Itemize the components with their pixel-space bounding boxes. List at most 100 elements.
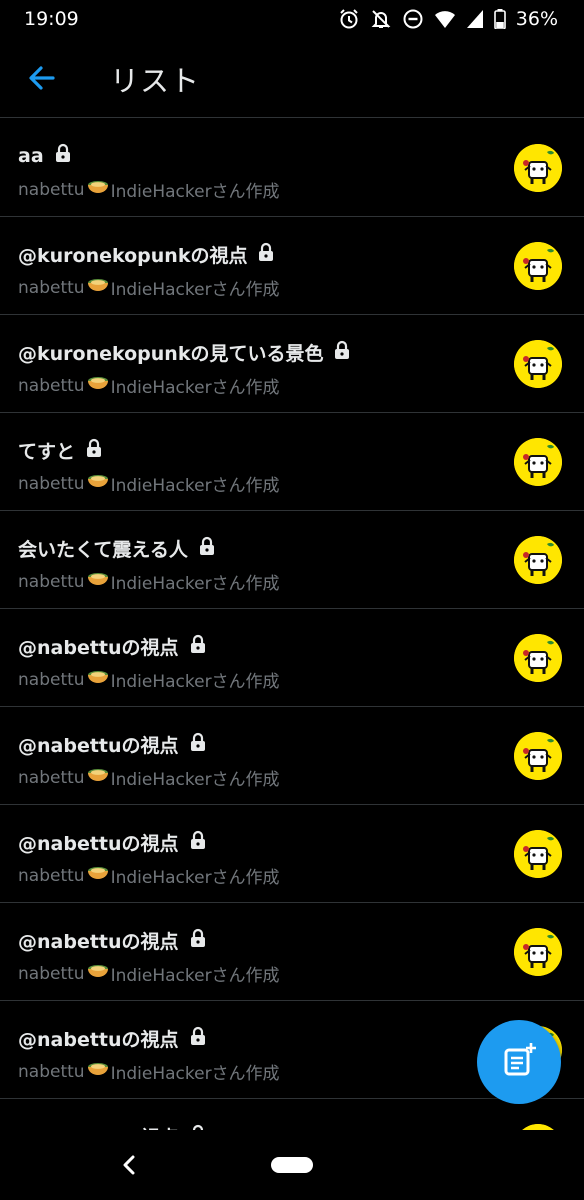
signal-icon [466,9,484,29]
nav-back-icon[interactable] [118,1154,140,1176]
list-name: @nabettuの視点 [18,735,179,757]
creator-suffix: IndieHackerさん作成 [110,672,280,692]
creator-name: nabettu [18,669,85,690]
wifi-icon [434,9,456,29]
list-creator: nabettu IndieHackerさん作成 [18,373,280,399]
creator-suffix: IndieHackerさん作成 [110,770,280,790]
list-creator: nabettu IndieHackerさん作成 [18,667,280,693]
creator-suffix: IndieHackerさん作成 [110,868,280,888]
lock-icon [54,143,72,168]
ramen-bowl-icon [87,179,109,200]
avatar [514,634,562,682]
list-name: @kuronekopunkの視点 [18,245,248,267]
list-title: @nabettuの視点 [18,731,207,758]
list-name: @nabettuの視点 [18,1029,179,1051]
avatar [514,340,562,388]
ramen-bowl-icon [87,1061,109,1082]
list-item[interactable]: @kuronekopunkの視点 nabettu IndieHackerさん作成 [0,217,584,315]
list-item[interactable]: @nabettuの視点 nabettu IndieHackerさん作成 [0,609,584,707]
creator-name: nabettu [18,179,85,200]
list-item[interactable]: aa nabettu IndieHackerさん作成 [0,119,584,217]
arrow-left-icon[interactable] [24,60,60,96]
creator-suffix: IndieHackerさん作成 [110,966,280,986]
list-name: @nabettuの視点 [18,833,179,855]
lock-icon [189,1026,207,1051]
creator-name: nabettu [18,473,85,494]
list-creator: nabettu IndieHackerさん作成 [18,177,280,203]
list-item[interactable]: @nabettuの視点 nabettu IndieHackerさん作成 [0,903,584,1001]
lock-icon [333,340,351,365]
page-title: リスト [110,64,201,98]
alarm-icon [338,8,360,30]
list-creator: nabettu IndieHackerさん作成 [18,569,280,595]
avatar [514,438,562,486]
lists-container: aa nabettu IndieHackerさん作成 @kuronekopunkの視点… [0,119,584,1130]
lock-icon [85,438,103,463]
ramen-bowl-icon [87,277,109,298]
list-title: @nabettuの視点 [18,829,207,856]
ramen-bowl-icon [87,669,109,690]
status-icons: 36% [338,8,558,30]
new-list-icon [499,1040,539,1084]
creator-suffix: IndieHackerさん作成 [110,182,280,202]
list-item[interactable]: @kuronekopunkの見ている景色 nabettu IndieHackerさん… [0,315,584,413]
list-creator: nabettu IndieHackerさん作成 [18,471,280,497]
creator-name: nabettu [18,277,85,298]
list-title: @nabettuの視点 [18,1123,207,1130]
list-title: @nabettuの視点 [18,927,207,954]
list-item[interactable]: てすと nabettu IndieHackerさん作成 [0,413,584,511]
list-title: @kuronekopunkの視点 [18,241,275,268]
avatar [514,928,562,976]
lock-icon [189,928,207,953]
creator-name: nabettu [18,767,85,788]
avatar [514,144,562,192]
lock-icon [189,732,207,757]
list-item[interactable]: @nabettuの視点 [0,1099,584,1130]
battery-icon [493,9,506,29]
status-time: 19:09 [24,8,79,30]
list-name: @nabettuの視点 [18,931,179,953]
creator-suffix: IndieHackerさん作成 [110,1064,280,1084]
notifications-off-icon [370,8,392,30]
list-title: @nabettuの視点 [18,1025,207,1052]
list-title: @nabettuの視点 [18,633,207,660]
list-name: @kuronekopunkの見ている景色 [18,343,324,365]
nav-home-pill[interactable] [271,1157,313,1173]
lock-icon [189,634,207,659]
list-creator: nabettu IndieHackerさん作成 [18,275,280,301]
list-creator: nabettu IndieHackerさん作成 [18,1059,280,1085]
list-item[interactable]: @nabettuの視点 nabettu IndieHackerさん作成 [0,707,584,805]
ramen-bowl-icon [87,473,109,494]
creator-suffix: IndieHackerさん作成 [110,378,280,398]
creator-name: nabettu [18,865,85,886]
list-item[interactable]: 会いたくて震える人 nabettu IndieHackerさん作成 [0,511,584,609]
creator-suffix: IndieHackerさん作成 [110,476,280,496]
battery-percent: 36% [515,8,558,30]
list-name: @nabettuの視点 [18,1123,179,1130]
ramen-bowl-icon [87,375,109,396]
list-name: 会いたくて震える人 [18,539,188,561]
creator-name: nabettu [18,571,85,592]
ramen-bowl-icon [87,963,109,984]
list-creator: nabettu IndieHackerさん作成 [18,961,280,987]
list-title: @kuronekopunkの見ている景色 [18,339,351,366]
avatar [514,536,562,584]
avatar [514,242,562,290]
creator-name: nabettu [18,1061,85,1082]
lock-icon [189,830,207,855]
app-bar: リスト [0,38,584,118]
list-title: てすと [18,437,103,464]
ramen-bowl-icon [87,767,109,788]
new-list-button[interactable] [477,1020,561,1104]
lock-icon [198,536,216,561]
list-title: aa [18,143,72,168]
ramen-bowl-icon [87,571,109,592]
list-item[interactable]: @nabettuの視点 nabettu IndieHackerさん作成 [0,805,584,903]
ramen-bowl-icon [87,865,109,886]
list-name: aa [18,144,44,167]
creator-name: nabettu [18,375,85,396]
avatar [514,732,562,780]
creator-name: nabettu [18,963,85,984]
creator-suffix: IndieHackerさん作成 [110,574,280,594]
list-title: 会いたくて震える人 [18,535,216,562]
